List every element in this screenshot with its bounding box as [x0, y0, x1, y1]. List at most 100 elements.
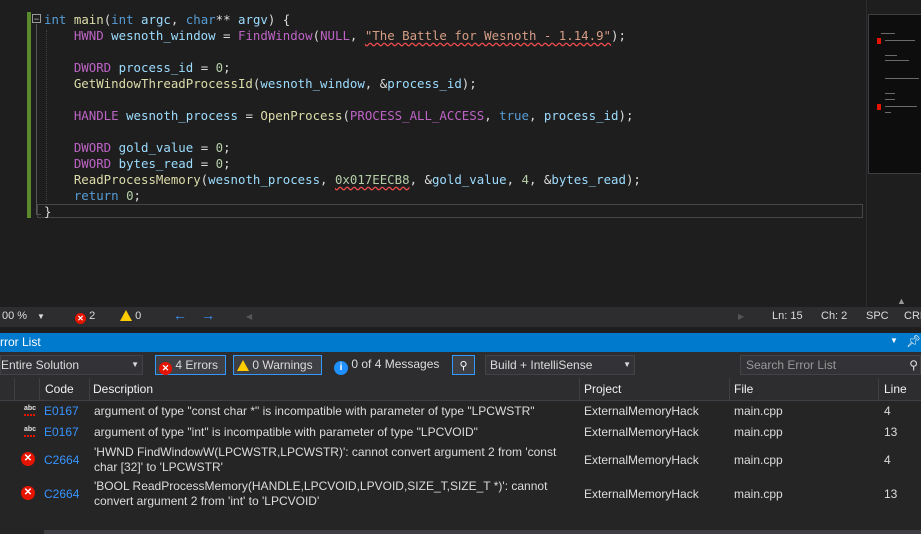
code-line[interactable] — [44, 92, 641, 108]
error-count-indicator[interactable]: ✕ 2 — [75, 310, 95, 324]
code-token: argc — [141, 12, 171, 27]
code-line[interactable]: HWND wesnoth_window = FindWindow(NULL, "… — [44, 28, 641, 44]
code-token: true — [499, 108, 529, 123]
line-ending-mode[interactable]: CRL — [904, 310, 921, 322]
code-line[interactable]: int main(int argc, char** argv) { — [44, 12, 641, 28]
code-token: 0 — [215, 156, 224, 171]
zoom-dropdown-icon[interactable]: ▼ — [37, 312, 45, 321]
error-description: 'BOOL ReadProcessMemory(HANDLE,LPCVOID,L… — [94, 479, 548, 508]
code-token: , — [506, 172, 522, 187]
minimap-line — [885, 78, 919, 79]
search-icon[interactable]: ⚲ — [909, 356, 918, 374]
error-count: 2 — [89, 310, 96, 322]
code-token: , — [170, 12, 186, 27]
column-header-file[interactable]: File — [734, 382, 753, 396]
panel-title: rror List — [0, 335, 41, 349]
code-line[interactable] — [44, 44, 641, 60]
error-line: 4 — [884, 404, 891, 418]
minimap-line — [885, 93, 895, 94]
error-code[interactable]: E0167 — [44, 425, 79, 439]
code-token: gold_value — [118, 140, 194, 155]
navigate-forward-icon[interactable]: → — [201, 307, 215, 323]
scroll-map-preview[interactable] — [868, 14, 921, 174]
error-code[interactable]: C2664 — [44, 487, 79, 501]
scroll-left-arrow-icon[interactable]: ◀ — [246, 312, 252, 321]
code-line[interactable]: return 0; — [44, 188, 641, 204]
scroll-down-arrow-icon[interactable]: ▲ — [897, 296, 906, 306]
code-line[interactable] — [44, 124, 641, 140]
code-token: = — [215, 28, 238, 43]
warning-icon — [237, 360, 249, 371]
code-line[interactable]: DWORD bytes_read = 0; — [44, 156, 641, 172]
indentation-mode[interactable]: SPC — [866, 310, 889, 322]
code-line[interactable]: } — [44, 204, 641, 220]
code-token: bytes_read — [551, 172, 626, 187]
search-error-list-box[interactable]: Search Error List ⚲ — [740, 355, 921, 375]
code-editor[interactable]: − int main(int argc, char** argv) { HWND… — [0, 0, 866, 307]
filter-errors-button[interactable]: ⚲ — [452, 355, 475, 375]
minimap-error-marker — [877, 104, 881, 110]
error-row[interactable]: abc E0167 argument of type "int" is inco… — [0, 423, 921, 443]
error-project: ExternalMemoryHack — [584, 453, 699, 467]
code-token: process_id — [387, 76, 462, 91]
minimap-line — [885, 40, 915, 41]
build-filter-dropdown[interactable]: Build + IntelliSense ▼ — [485, 355, 635, 375]
code-token: wesnoth_window — [111, 28, 216, 43]
error-row[interactable]: abc E0167 argument of type "const char *… — [0, 402, 921, 422]
error-row[interactable]: ✕ C2664 'HWND FindWindowW(LPCWSTR,LPCWST… — [0, 444, 921, 478]
code-line[interactable]: HANDLE wesnoth_process = OpenProcess(PRO… — [44, 108, 641, 124]
column-separator — [39, 378, 40, 400]
minimap-error-marker — [877, 38, 881, 44]
messages-filter-button[interactable]: i 0 of 4 Messages — [332, 355, 442, 375]
error-icon: ✕ — [21, 486, 35, 500]
chevron-down-icon: ▼ — [623, 360, 631, 369]
errors-filter-button[interactable]: ✕ 4 Errors — [155, 355, 226, 375]
scroll-right-arrow-icon[interactable]: ▶ — [738, 312, 744, 321]
code-token: , & — [409, 172, 432, 187]
navigate-back-icon[interactable]: ← — [173, 307, 187, 323]
build-filter-value: Build + IntelliSense — [490, 358, 593, 372]
pin-icon[interactable]: 📌︎ — [906, 334, 921, 348]
code-token: , — [528, 108, 544, 123]
code-token: main — [73, 12, 104, 27]
error-list-grid: Code Description Project File Line abc E… — [0, 378, 921, 534]
intellisense-error-icon: abc — [24, 426, 37, 437]
error-file: main.cpp — [734, 487, 783, 501]
column-header-code[interactable]: Code — [45, 382, 74, 396]
error-code[interactable]: C2664 — [44, 453, 79, 467]
code-line[interactable]: ReadProcessMemory(wesnoth_process, 0x017… — [44, 172, 641, 188]
error-row[interactable]: ✕ C2664 'BOOL ReadProcessMemory(HANDLE,L… — [0, 478, 921, 512]
panel-options-dropdown-icon[interactable]: ▼ — [890, 336, 898, 345]
code-token: HWND — [73, 28, 104, 43]
code-text[interactable]: int main(int argc, char** argv) { HWND w… — [44, 12, 641, 220]
minimap-line — [885, 99, 895, 100]
collapse-region-icon[interactable]: − — [32, 14, 41, 24]
warning-count-indicator[interactable]: 0 — [120, 310, 141, 322]
warnings-filter-button[interactable]: 0 Warnings — [233, 355, 322, 375]
horizontal-scrollbar[interactable] — [44, 530, 921, 534]
code-token: 0x017EECB8 — [334, 172, 410, 187]
scope-dropdown[interactable]: Entire Solution ▼ — [0, 355, 143, 375]
error-code[interactable]: E0167 — [44, 404, 79, 418]
zoom-level[interactable]: 00 % — [2, 310, 27, 322]
column-header-line[interactable]: Line — [884, 382, 907, 396]
code-line[interactable]: DWORD gold_value = 0; — [44, 140, 641, 156]
code-line[interactable]: DWORD process_id = 0; — [44, 60, 641, 76]
warning-icon — [120, 310, 132, 321]
code-token: "The Battle for Wesnoth - 1.14.9" — [364, 28, 612, 43]
code-token: , & — [528, 172, 552, 187]
column-separator — [14, 378, 15, 400]
minimap-line — [885, 60, 909, 61]
code-line[interactable]: GetWindowThreadProcessId(wesnoth_window,… — [44, 76, 641, 92]
column-header-project[interactable]: Project — [584, 382, 621, 396]
code-token: process_id — [118, 60, 194, 75]
column-header-description[interactable]: Description — [93, 382, 153, 396]
code-token: ( — [342, 108, 350, 123]
error-list-title-bar[interactable]: rror List ▼ 📌︎ — [0, 333, 921, 352]
